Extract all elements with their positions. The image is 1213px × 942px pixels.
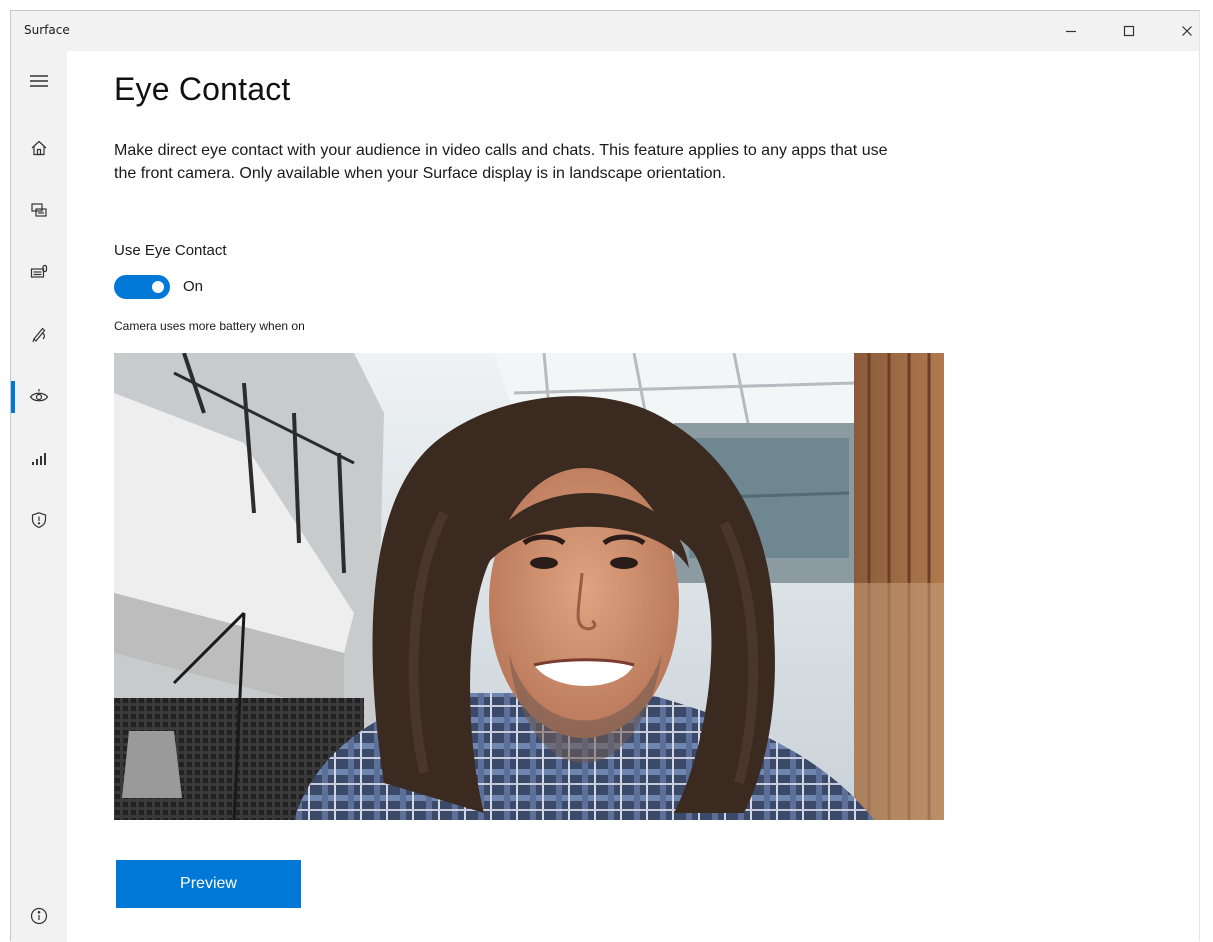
title-bar: Surface (11, 11, 1199, 51)
hamburger-menu-button[interactable] (11, 56, 67, 106)
close-button[interactable] (1158, 11, 1213, 51)
eye-contact-toggle-label: Use Eye Contact (114, 242, 227, 259)
sidebar-nav (11, 51, 67, 942)
devices-icon (31, 203, 47, 217)
toggle-knob (152, 281, 164, 293)
close-icon (1182, 26, 1192, 36)
preview-button[interactable]: Preview (116, 860, 301, 908)
app-title: Surface (24, 23, 70, 37)
sidebar-item-performance[interactable] (11, 433, 67, 483)
feature-description: Make direct eye contact with your audien… (114, 142, 888, 182)
camera-preview-image (114, 353, 944, 820)
sidebar-item-home[interactable] (11, 123, 67, 173)
sidebar-item-security[interactable] (11, 495, 67, 545)
maximize-button[interactable] (1100, 11, 1158, 51)
eye-contact-toggle[interactable] (114, 275, 170, 299)
pen-icon (32, 327, 46, 343)
selected-indicator (11, 381, 15, 413)
shield-icon (31, 512, 47, 529)
minimize-button[interactable] (1042, 11, 1100, 51)
info-button[interactable] (11, 891, 67, 941)
sidebar-item-keyboard-accessories[interactable] (11, 247, 67, 297)
minimize-icon (1066, 30, 1076, 33)
info-icon (30, 907, 48, 925)
app-window: Surface Eye Contact Make direct eye cont… (10, 10, 1200, 942)
toggle-state-text: On (183, 278, 204, 295)
sidebar-item-eye-contact[interactable] (11, 371, 67, 421)
page-title: Eye Contact (114, 71, 291, 107)
eye-contact-icon (29, 389, 49, 402)
hamburger-menu-icon (30, 75, 48, 87)
battery-note: Camera uses more battery when on (114, 319, 305, 333)
keyboard-icon (30, 264, 48, 278)
signal-bars-icon (32, 453, 46, 465)
sidebar-item-devices[interactable] (11, 185, 67, 235)
home-icon (31, 140, 47, 156)
main-content: Eye Contact Make direct eye contact with… (67, 51, 1199, 942)
sidebar-item-pen[interactable] (11, 309, 67, 359)
maximize-icon (1123, 25, 1135, 37)
